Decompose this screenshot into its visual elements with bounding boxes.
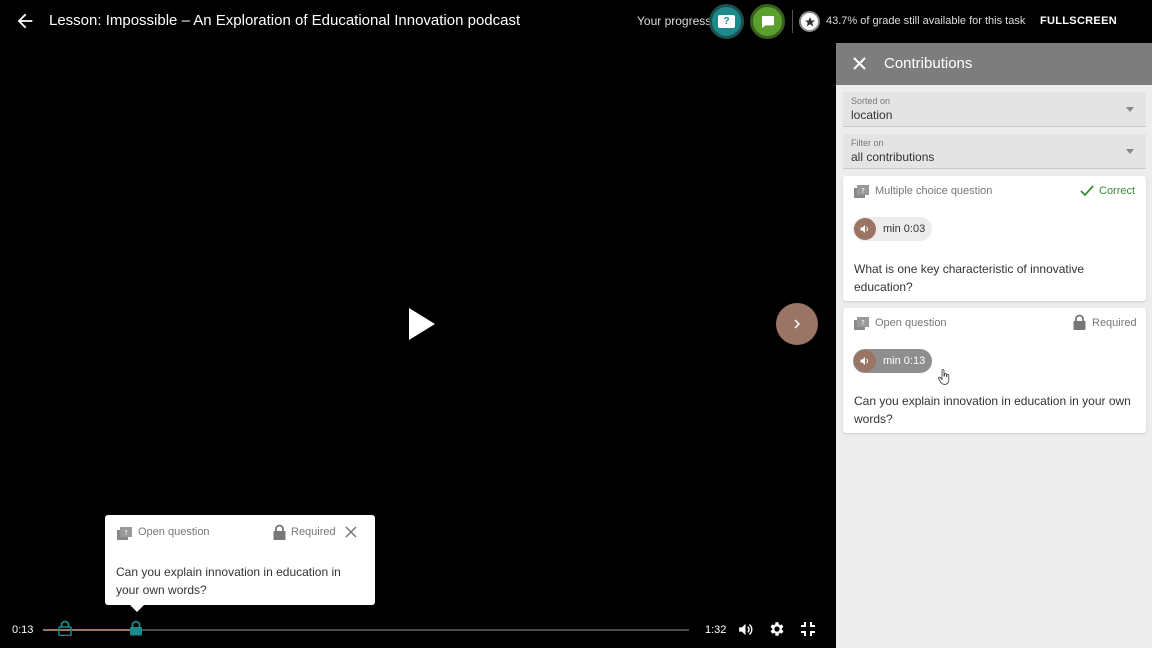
sort-value: location	[851, 108, 893, 122]
progress-question-icon[interactable]: ?	[709, 4, 744, 39]
sort-label: Sorted on	[851, 96, 891, 106]
back-arrow-icon[interactable]	[14, 10, 36, 32]
checkmark-icon	[1080, 185, 1094, 197]
question-type: Open question	[138, 526, 210, 538]
sort-select[interactable]: Sorted on location	[843, 92, 1146, 127]
star-badge-icon	[799, 11, 820, 32]
settings-gear-icon[interactable]	[768, 620, 786, 638]
required-label: Required	[291, 526, 336, 538]
svg-text:?: ?	[124, 529, 128, 537]
hand-cursor-icon	[938, 369, 950, 385]
speaker-icon	[854, 350, 876, 372]
lesson-title: Lesson: Impossible – An Exploration of E…	[49, 12, 521, 29]
panel-header: Contributions	[836, 43, 1152, 85]
current-time: 0:13	[12, 624, 34, 636]
lock-icon	[1073, 314, 1086, 330]
question-text: Can you explain innovation in education …	[854, 394, 1131, 426]
speaker-icon	[854, 218, 876, 240]
lock-marker-icon[interactable]	[58, 620, 72, 636]
question-text: Can you explain innovation in education …	[116, 565, 341, 597]
progress-label: Your progress	[637, 14, 712, 28]
required-label: Required	[1092, 317, 1137, 329]
svg-text:?: ?	[861, 187, 865, 195]
question-type: Open question	[875, 317, 947, 329]
timeline-progress	[43, 629, 135, 631]
filter-select[interactable]: Filter on all contributions	[843, 134, 1146, 169]
timestamp-label: min 0:03	[883, 223, 926, 235]
dropdown-arrow-icon	[1126, 107, 1134, 112]
progress-comment-icon[interactable]	[750, 4, 785, 39]
timestamp-label: min 0:13	[883, 355, 926, 367]
exit-fullscreen-icon[interactable]	[801, 622, 815, 636]
dropdown-arrow-icon	[1126, 149, 1134, 154]
video-area[interactable]: ? Open question Required Can you explain…	[0, 43, 836, 648]
svg-text:?: ?	[861, 319, 865, 327]
question-card-icon: ?	[854, 185, 869, 198]
close-icon[interactable]	[853, 57, 866, 70]
contribution-card[interactable]: ? Open question Required min 0:13 Can yo…	[843, 308, 1146, 433]
question-popup[interactable]: ? Open question Required Can you explain…	[105, 515, 375, 612]
grade-available-text: 43.7% of grade still available for this …	[826, 15, 1026, 27]
contribution-card[interactable]: ? Multiple choice question Correct min 0…	[843, 176, 1146, 301]
question-type: Multiple choice question	[875, 185, 993, 197]
filter-value: all contributions	[851, 150, 935, 164]
lock-marker-icon[interactable]	[129, 620, 143, 636]
close-icon[interactable]	[345, 526, 357, 538]
divider	[792, 10, 793, 33]
panel-title: Contributions	[884, 55, 973, 72]
fullscreen-button[interactable]: FULLSCREEN	[1040, 15, 1117, 27]
question-card-icon: ?	[117, 527, 132, 540]
contributions-panel: Contributions Sorted on location Filter …	[836, 43, 1152, 648]
top-bar: Lesson: Impossible – An Exploration of E…	[0, 0, 1152, 43]
play-icon[interactable]	[405, 306, 437, 342]
filter-label: Filter on	[851, 138, 884, 148]
question-card-icon: ?	[854, 317, 869, 330]
next-button[interactable]	[776, 303, 818, 345]
status-correct: Correct	[1099, 185, 1136, 197]
timestamp-button[interactable]: min 0:13	[853, 349, 932, 373]
chevron-right-icon	[794, 319, 801, 329]
question-text: What is one key characteristic of innova…	[854, 262, 1085, 294]
lock-icon	[273, 524, 286, 540]
total-time: 1:32	[705, 624, 727, 636]
volume-icon[interactable]	[737, 621, 754, 638]
timestamp-button[interactable]: min 0:03	[853, 217, 932, 241]
